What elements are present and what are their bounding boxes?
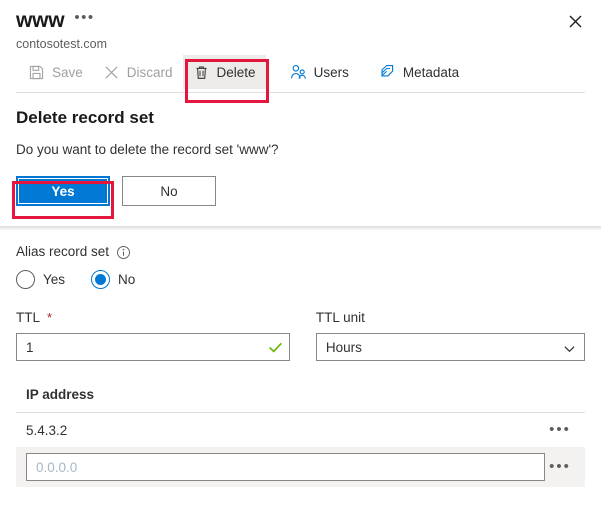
ttl-label: TTL *: [16, 309, 290, 327]
ip-address-input[interactable]: [26, 453, 545, 481]
ttl-unit-selected-value: Hours: [325, 339, 362, 355]
command-bar: Save Discard Delete Users Metadata: [0, 52, 601, 92]
ttl-field-group: TTL *: [16, 309, 290, 361]
metadata-button[interactable]: Metadata: [369, 55, 469, 89]
alias-radio-no[interactable]: No: [91, 270, 135, 289]
chevron-down-icon: [563, 334, 576, 362]
page-title: www: [16, 9, 65, 32]
ttl-input[interactable]: [16, 333, 290, 361]
metadata-icon: [379, 64, 396, 81]
alias-record-set-radio-group: Yes No: [16, 270, 585, 289]
close-icon[interactable]: [563, 9, 587, 33]
ip-address-input-wrap: [26, 453, 545, 481]
confirm-yes-button[interactable]: Yes: [16, 176, 110, 206]
discard-button: Discard: [93, 55, 183, 89]
ttl-unit-label: TTL unit: [316, 309, 585, 327]
ip-address-new-row: •••: [16, 447, 585, 487]
ttl-unit-label-text: TTL unit: [315, 310, 365, 325]
info-icon[interactable]: [116, 245, 131, 260]
alias-record-set-label-text: Alias record set: [16, 244, 110, 259]
ttl-row: TTL * TTL unit Hours: [16, 309, 585, 361]
panel-subtitle: contosotest.com: [16, 37, 108, 51]
ttl-unit-select[interactable]: Hours: [315, 333, 585, 362]
header-more-menu-button[interactable]: •••: [74, 10, 94, 30]
users-button[interactable]: Users: [280, 55, 359, 89]
ip-address-column-header: IP address: [26, 387, 95, 402]
ttl-label-text: TTL: [16, 310, 41, 325]
record-set-form: Alias record set Yes No TTL * 1 TTL unit…: [0, 231, 601, 487]
delete-button[interactable]: Delete: [182, 55, 266, 89]
delete-button-label: Delete: [216, 64, 256, 80]
ttl-unit-field-group: TTL unit Hours: [315, 309, 585, 362]
alias-radio-yes-label: Yes: [43, 272, 66, 287]
save-button-label: Save: [52, 64, 83, 80]
ttl-required-marker: *: [47, 310, 53, 325]
confirm-no-button[interactable]: No: [122, 176, 216, 206]
title-row: www •••: [16, 8, 585, 34]
ip-address-value: 5.4.3.2: [26, 422, 68, 438]
panel-header: www ••• contosotest.com: [0, 0, 601, 52]
discard-icon: [103, 64, 120, 81]
ttl-unit-input-wrap: Hours: [315, 333, 585, 362]
alias-record-set-label: Alias record set: [16, 243, 585, 261]
users-icon: [290, 64, 307, 81]
ttl-input-wrap: [16, 333, 290, 361]
save-button: Save: [18, 55, 93, 89]
radio-checked-icon: [91, 270, 111, 289]
discard-button-label: Discard: [126, 64, 173, 80]
users-button-label: Users: [313, 64, 349, 80]
ip-address-section: IP address 5.4.3.2 ••• •••: [16, 387, 585, 487]
confirmation-title: Delete record set: [16, 108, 154, 127]
alias-radio-yes[interactable]: Yes: [16, 270, 65, 289]
ip-address-row: 5.4.3.2 •••: [16, 413, 585, 447]
save-icon: [28, 64, 45, 81]
ip-row-more-menu-button[interactable]: •••: [545, 417, 575, 443]
alias-radio-no-label: No: [118, 272, 136, 287]
ip-new-row-more-menu-button[interactable]: •••: [545, 454, 575, 480]
metadata-button-label: Metadata: [402, 64, 460, 80]
confirmation-message: Do you want to delete the record set 'ww…: [16, 142, 279, 157]
confirmation-buttons: Yes No: [16, 176, 585, 206]
delete-confirmation-pane: Delete record set Do you want to delete …: [0, 93, 601, 226]
delete-icon: [193, 64, 210, 81]
radio-unchecked-icon: [16, 270, 35, 289]
